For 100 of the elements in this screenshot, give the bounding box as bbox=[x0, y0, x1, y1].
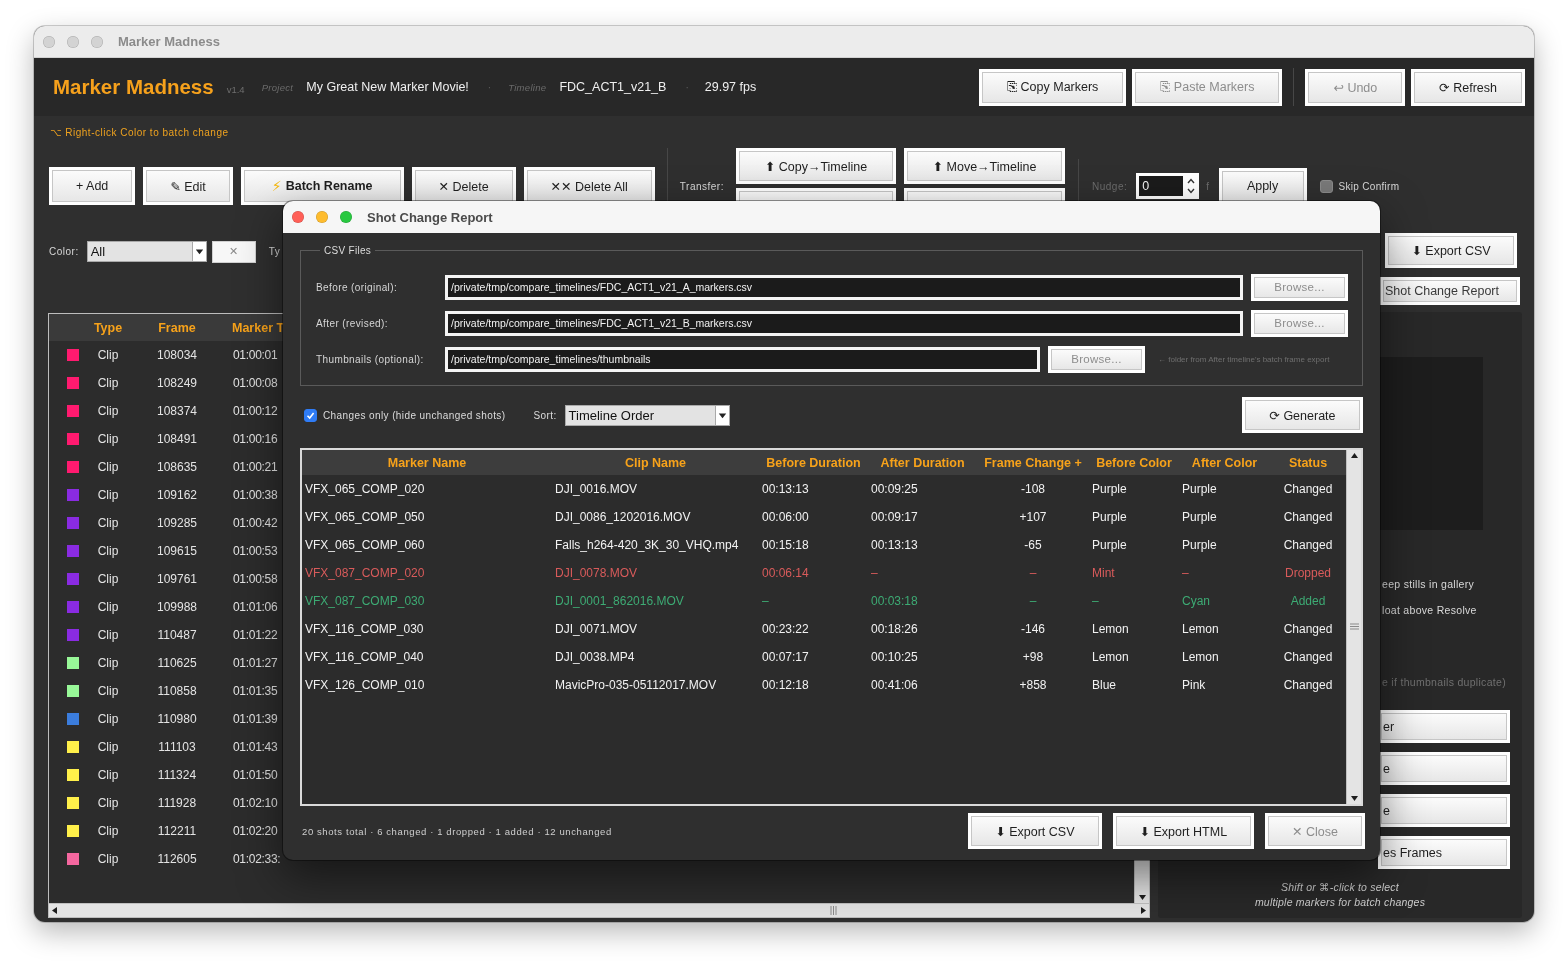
scroll-right-icon[interactable] bbox=[1138, 905, 1149, 916]
scroll-up-icon[interactable] bbox=[1348, 450, 1360, 461]
option-label[interactable]: loat above Resolve bbox=[1382, 603, 1477, 617]
summary-text: 20 shots total · 6 changed · 1 dropped · 1 added · 12 unchanged bbox=[301, 825, 612, 837]
color-swatch[interactable] bbox=[66, 741, 79, 753]
table-cell-text: 00:06:14 bbox=[761, 566, 809, 580]
table-cell: Clip bbox=[97, 460, 119, 474]
checkbox[interactable] bbox=[304, 408, 317, 422]
color-swatch[interactable] bbox=[66, 853, 79, 865]
table-cell: 108491 bbox=[156, 432, 197, 446]
path-field[interactable]: /private/tmp/compare_timelines/FDC_ACT1_v21_B_markers.csv bbox=[445, 310, 1243, 336]
checkbox-label: Skip Confirm bbox=[1338, 180, 1400, 192]
group-legend: CSV Files bbox=[320, 245, 376, 256]
table-cell: Clip bbox=[97, 684, 119, 698]
option-label[interactable]: eep stills in gallery bbox=[1382, 577, 1475, 591]
table-cell-text: DJI_0038.MP4 bbox=[554, 650, 635, 664]
table-cell: 01:02:33: bbox=[232, 852, 281, 866]
table-cell: -65 bbox=[1024, 538, 1042, 552]
dialog-button[interactable]: ⬇ Export HTML bbox=[1112, 813, 1255, 849]
table-cell: 01:00:12 bbox=[232, 404, 278, 418]
table-cell: Clip bbox=[97, 824, 119, 838]
color-swatch[interactable] bbox=[66, 825, 79, 837]
scroll-left-icon[interactable] bbox=[49, 905, 60, 916]
meta-value: My Great New Marker Movie! bbox=[306, 80, 469, 94]
scroll-down-icon[interactable] bbox=[1348, 793, 1360, 804]
sort-dropdown[interactable]: Timeline Order bbox=[564, 404, 730, 426]
column-header[interactable]: After Color bbox=[1191, 455, 1258, 470]
column-header[interactable]: Clip Name bbox=[624, 455, 687, 470]
column-header[interactable]: Type bbox=[93, 320, 123, 335]
path-field[interactable]: /private/tmp/compare_timelines/thumbnails bbox=[445, 346, 1040, 372]
spinner-arrows-icon[interactable] bbox=[1186, 176, 1197, 196]
column-header[interactable]: Marker Name bbox=[387, 455, 467, 470]
table-cell-text: 00:41:06 bbox=[870, 678, 918, 692]
zoom-button[interactable] bbox=[340, 211, 352, 223]
header-button[interactable]: ⟳ Refresh bbox=[1411, 68, 1525, 106]
column-header[interactable]: After Duration bbox=[880, 455, 965, 470]
color-swatch[interactable] bbox=[66, 629, 79, 641]
table-cell-text: Blue bbox=[1091, 678, 1117, 692]
table-cell: 01:02:10 bbox=[232, 796, 278, 810]
toolbar-button[interactable]: + Add bbox=[49, 167, 136, 205]
color-swatch[interactable] bbox=[66, 489, 79, 501]
table-cell: 109761 bbox=[156, 572, 197, 586]
table-cell: +98 bbox=[1022, 650, 1044, 664]
dialog-button[interactable]: ⬇ Export CSV bbox=[968, 813, 1102, 849]
checkbox[interactable] bbox=[1319, 179, 1333, 193]
table-cell: 109988 bbox=[156, 600, 197, 614]
column-header[interactable]: Marker T bbox=[232, 320, 285, 335]
toolbar-button[interactable]: ✎ Edit bbox=[143, 167, 233, 205]
toolbar-button[interactable]: ⚡ Batch Rename bbox=[240, 167, 404, 205]
horizontal-scrollbar[interactable] bbox=[49, 903, 1149, 917]
close-button[interactable] bbox=[292, 211, 304, 223]
table-cell-text: – bbox=[870, 566, 878, 580]
color-swatch[interactable] bbox=[66, 573, 79, 585]
table-cell: 01:00:08 bbox=[232, 376, 278, 390]
table-cell: Clip bbox=[97, 516, 119, 530]
table-cell: 01:00:21 bbox=[232, 460, 278, 474]
table-cell: Clip bbox=[97, 852, 119, 866]
table-cell: 110980 bbox=[157, 712, 197, 726]
checkmark-icon bbox=[306, 410, 315, 420]
panel-button[interactable]: es Frames bbox=[1378, 836, 1510, 869]
color-swatch[interactable] bbox=[66, 405, 79, 417]
color-swatch[interactable] bbox=[66, 461, 79, 473]
export-button[interactable]: ⬇ Export CSV bbox=[1385, 233, 1517, 268]
column-header[interactable]: Frame Change + bbox=[984, 455, 1082, 470]
transfer-button[interactable]: ⬆ Move→Timeline bbox=[904, 148, 1065, 184]
color-swatch[interactable] bbox=[66, 517, 79, 529]
table-cell: – bbox=[1029, 594, 1037, 608]
report-button[interactable]: Shot Change Report bbox=[1380, 277, 1520, 305]
color-swatch[interactable] bbox=[66, 685, 79, 697]
generate-button[interactable]: ⟳ Generate bbox=[1242, 397, 1363, 433]
panel-button[interactable]: e bbox=[1378, 794, 1510, 827]
color-swatch[interactable] bbox=[66, 797, 79, 809]
grip-icon[interactable] bbox=[1349, 623, 1359, 631]
table-cell: Changed bbox=[1283, 482, 1333, 496]
grip-icon[interactable] bbox=[830, 906, 838, 915]
column-header[interactable]: Status bbox=[1288, 455, 1328, 470]
checkbox-label: Changes only (hide unchanged shots) bbox=[323, 409, 506, 421]
path-field[interactable]: /private/tmp/compare_timelines/FDC_ACT1_v21_A_markers.csv bbox=[445, 274, 1243, 300]
transfer-button[interactable]: ⬆ Copy→Timeline bbox=[736, 148, 896, 184]
table-cell-text: Pink bbox=[1181, 678, 1206, 692]
header-button[interactable]: ⎘ Copy Markers bbox=[979, 68, 1127, 106]
color-swatch[interactable] bbox=[66, 377, 79, 389]
color-swatch[interactable] bbox=[66, 349, 79, 361]
color-swatch[interactable] bbox=[66, 657, 79, 669]
vertical-scrollbar[interactable] bbox=[1346, 450, 1361, 804]
column-header[interactable]: Before Color bbox=[1096, 455, 1172, 470]
column-header[interactable]: Before Duration bbox=[766, 455, 861, 470]
color-swatch[interactable] bbox=[66, 545, 79, 557]
table-cell-text: DJI_0016.MOV bbox=[554, 482, 638, 496]
sort-label: Sort: bbox=[533, 409, 557, 421]
color-dropdown[interactable]: All bbox=[86, 241, 207, 262]
panel-button[interactable]: er bbox=[1378, 710, 1510, 743]
column-header[interactable]: Frame bbox=[158, 320, 196, 335]
color-swatch[interactable] bbox=[66, 601, 79, 613]
nudge-field[interactable]: 0 bbox=[1136, 173, 1200, 199]
table-cell-text: VFX_087_COMP_020 bbox=[304, 566, 425, 580]
panel-button[interactable]: e bbox=[1378, 752, 1510, 785]
color-swatch[interactable] bbox=[66, 433, 79, 445]
color-swatch[interactable] bbox=[66, 769, 79, 781]
color-swatch[interactable] bbox=[66, 713, 79, 725]
